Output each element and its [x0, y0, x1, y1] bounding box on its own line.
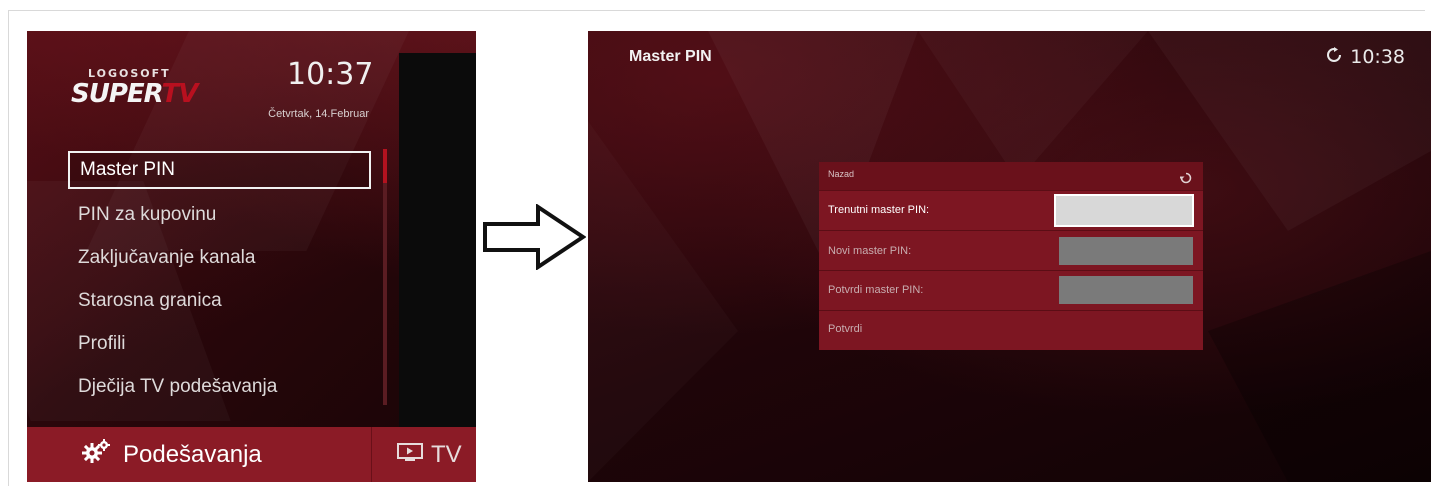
tab-tv-label: TV [431, 440, 462, 468]
settings-menu-screen: LOGOSOFT SUPERTV 10:37 Četvrtak, 14.Febr… [27, 31, 476, 482]
clock: 10:38 [1326, 46, 1405, 68]
new-pin-field[interactable] [1059, 237, 1193, 265]
tab-podesavanja[interactable]: Podešavanja [81, 427, 262, 482]
gear-icon [81, 439, 111, 470]
logo-main-super: SUPER [71, 79, 163, 109]
menu-item-master-pin[interactable]: Master PIN [68, 151, 371, 189]
dialog-header[interactable]: Nazad [819, 162, 1203, 190]
current-time: 10:37 [287, 57, 374, 92]
menu-item-starosna-granica[interactable]: Starosna granica [68, 282, 371, 320]
frame-top-line [8, 10, 1425, 11]
back-icon [1178, 169, 1192, 188]
right-arrow-icon [482, 203, 587, 274]
tv-preview-panel [399, 53, 476, 427]
frame-left-line [8, 10, 9, 486]
new-pin-label: Novi master PIN: [828, 245, 912, 257]
current-pin-label: Trenutni master PIN: [828, 204, 930, 216]
clock-time: 10:38 [1350, 46, 1405, 68]
confirm-pin-row[interactable]: Potvrdi master PIN: [819, 270, 1203, 310]
logo-main-tv: TV [161, 79, 199, 109]
master-pin-screen: Master PIN 10:38 Nazad Trenutni master P… [588, 31, 1431, 482]
master-pin-dialog: Nazad Trenutni master PIN: Novi master P… [819, 162, 1203, 350]
back-label: Nazad [828, 169, 855, 179]
confirm-pin-field[interactable] [1059, 276, 1193, 304]
tab-podesavanja-label: Podešavanja [123, 440, 262, 468]
menu-item-djecija-tv-podesavanja[interactable]: Dječija TV podešavanja [68, 368, 371, 406]
scrollbar-thumb[interactable] [383, 149, 387, 183]
current-pin-row[interactable]: Trenutni master PIN: [819, 190, 1203, 230]
current-pin-field[interactable] [1054, 194, 1194, 227]
menu-item-zakljucavanje-kanala[interactable]: Zaključavanje kanala [68, 239, 371, 277]
logo-main-text: SUPERTV [71, 79, 199, 109]
menu-item-pin-za-kupovinu[interactable]: PIN za kupovinu [68, 196, 371, 234]
page-title: Master PIN [629, 48, 712, 65]
new-pin-row[interactable]: Novi master PIN: [819, 230, 1203, 270]
tab-tv[interactable]: TV [397, 427, 462, 482]
clock-icon [1326, 46, 1342, 68]
menu-scrollbar[interactable] [383, 149, 387, 405]
tv-icon [397, 441, 423, 469]
bottom-nav-divider [371, 427, 372, 482]
confirm-button-label: Potvrdi [828, 323, 863, 335]
confirm-button[interactable]: Potvrdi [819, 310, 1203, 350]
current-date: Četvrtak, 14.Februar [268, 108, 369, 120]
confirm-pin-label: Potvrdi master PIN: [828, 284, 924, 296]
menu-item-profili[interactable]: Profili [68, 325, 371, 363]
